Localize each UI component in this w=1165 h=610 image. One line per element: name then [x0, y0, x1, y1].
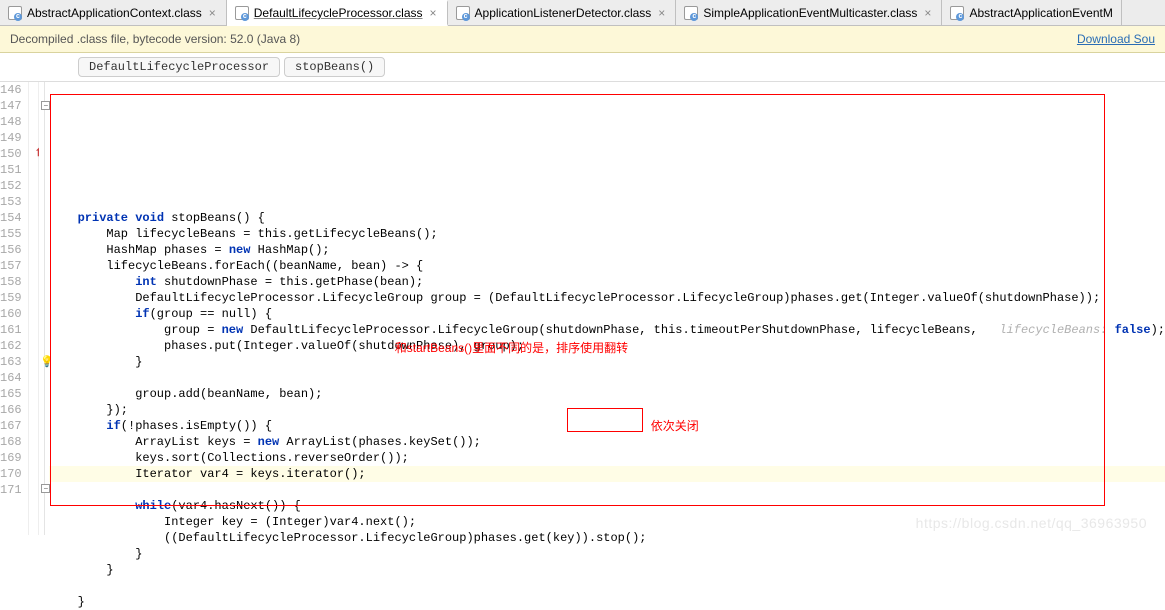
tab-applicationlistenerdetector[interactable]: ApplicationListenerDetector.class × [448, 0, 677, 25]
code-content[interactable]: 和startBeans()里面不同的是，排序使用翻转 依次关闭 https://… [45, 82, 1165, 535]
class-file-icon [235, 6, 249, 20]
code-editor[interactable]: 146 147 148 149 150 151 152 153 154 155 … [0, 82, 1165, 535]
tab-label: AbstractApplicationEventM [969, 6, 1112, 20]
annotation-text-stop: 依次关闭 [651, 418, 699, 434]
tab-abstractapplicationcontext[interactable]: AbstractApplicationContext.class × [0, 0, 227, 25]
code-line[interactable] [49, 578, 1165, 594]
code-line[interactable]: Integer key = (Integer)var4.next(); [49, 514, 1165, 530]
annotation-text-sort: 和startBeans()里面不同的是，排序使用翻转 [395, 340, 628, 356]
tab-simpleapplicationeventmulticaster[interactable]: SimpleApplicationEventMulticaster.class … [676, 0, 942, 25]
close-icon[interactable]: × [428, 6, 439, 20]
code-line[interactable]: } [49, 546, 1165, 562]
download-sources-link[interactable]: Download Sou [1077, 32, 1155, 46]
line-number-gutter: 146 147 148 149 150 151 152 153 154 155 … [0, 82, 29, 535]
annotation-box-main [50, 94, 1105, 506]
info-text: Decompiled .class file, bytecode version… [10, 32, 300, 46]
code-line[interactable]: ((DefaultLifecycleProcessor.LifecycleGro… [49, 530, 1165, 546]
code-line[interactable]: } [49, 594, 1165, 610]
breadcrumb-class[interactable]: DefaultLifecycleProcessor [78, 57, 280, 77]
code-line[interactable]: } [49, 562, 1165, 578]
breadcrumb: DefaultLifecycleProcessor stopBeans() [0, 53, 1165, 82]
tab-label: DefaultLifecycleProcessor.class [254, 6, 423, 20]
editor-tabs: AbstractApplicationContext.class × Defau… [0, 0, 1165, 26]
tab-label: ApplicationListenerDetector.class [475, 6, 652, 20]
class-file-icon [950, 6, 964, 20]
class-file-icon [684, 6, 698, 20]
decompiled-info-bar: Decompiled .class file, bytecode version… [0, 26, 1165, 53]
tab-label: SimpleApplicationEventMulticaster.class [703, 6, 917, 20]
annotation-box-stop [567, 408, 643, 432]
close-icon[interactable]: × [656, 6, 667, 20]
tab-abstractapplicationeventm[interactable]: AbstractApplicationEventM [942, 0, 1121, 25]
class-file-icon [8, 6, 22, 20]
gutter-marks: ⬆ [29, 82, 40, 535]
close-icon[interactable]: × [207, 6, 218, 20]
close-icon[interactable]: × [922, 6, 933, 20]
breadcrumb-method[interactable]: stopBeans() [284, 57, 385, 77]
class-file-icon [456, 6, 470, 20]
tab-label: AbstractApplicationContext.class [27, 6, 202, 20]
tab-defaultlifecycleprocessor[interactable]: DefaultLifecycleProcessor.class × [227, 0, 448, 26]
